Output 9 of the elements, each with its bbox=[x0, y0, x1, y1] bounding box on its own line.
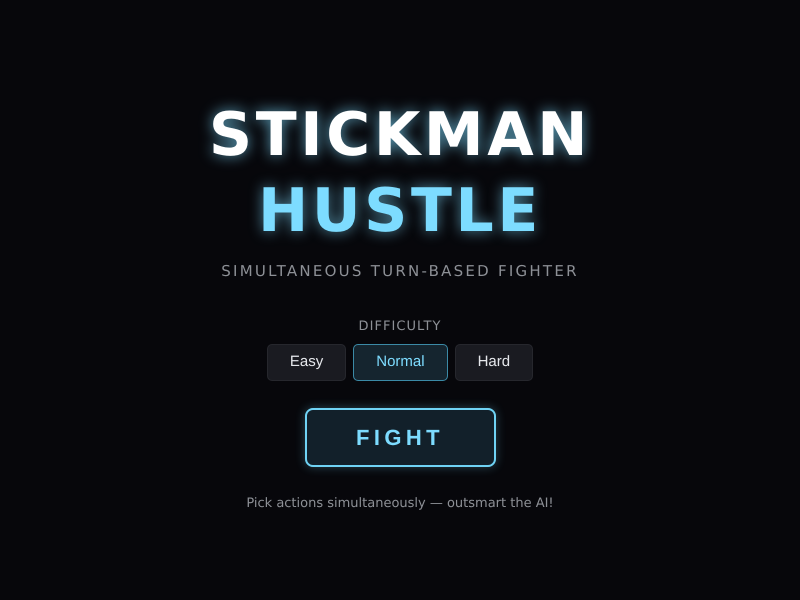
footer-text: Pick actions simultaneously — outsmart the AI! bbox=[246, 495, 554, 513]
difficulty-label: DIFFICULTY bbox=[358, 318, 442, 336]
fight-button[interactable]: FIGHT bbox=[304, 408, 496, 467]
title-text: STICKMAN bbox=[208, 102, 592, 168]
difficulty-option[interactable]: Normal bbox=[353, 344, 448, 381]
title-text: HUSTLE bbox=[258, 178, 542, 244]
subtitle: SIMULTANEOUS TURN-BASED FIGHTER bbox=[221, 261, 579, 282]
difficulty-option[interactable]: Hard bbox=[454, 344, 534, 381]
difficulty-option[interactable]: Easy bbox=[266, 344, 346, 381]
